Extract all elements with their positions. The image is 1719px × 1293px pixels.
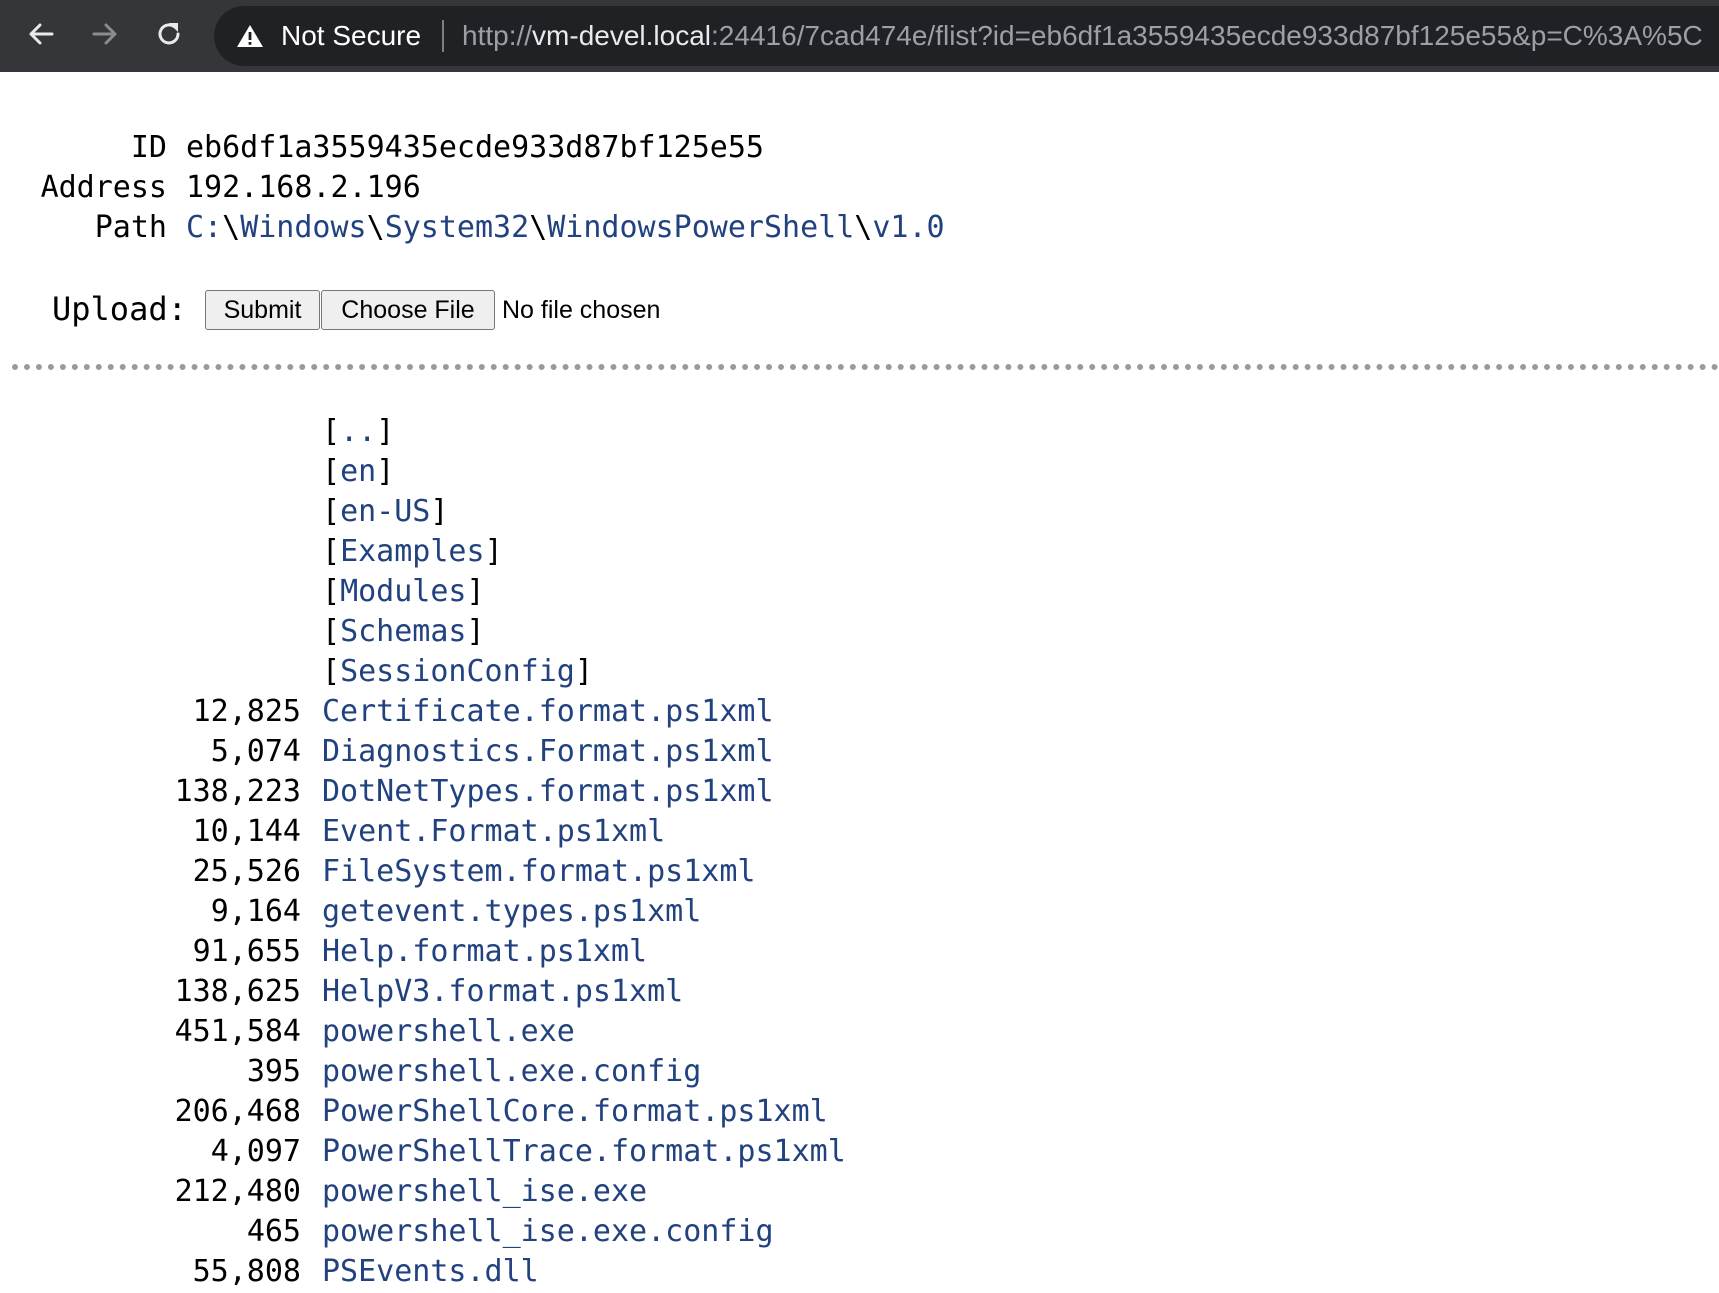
file-size: 451,584 <box>174 1014 301 1049</box>
file-size: 25,526 <box>192 854 301 889</box>
path-separator: \ <box>222 210 241 245</box>
directory-link[interactable]: Modules <box>340 574 466 609</box>
file-size: 91,655 <box>192 934 301 969</box>
directory-link[interactable]: SessionConfig <box>340 654 575 689</box>
file-link[interactable]: Diagnostics.Format.ps1xml <box>322 732 774 772</box>
file-size: 10,144 <box>192 814 301 849</box>
dotted-divider <box>12 364 1719 370</box>
back-arrow-icon <box>29 23 54 45</box>
browser-toolbar: Not Secure http://vm-devel.local:24416/7… <box>0 0 1719 72</box>
file-link[interactable]: getevent.types.ps1xml <box>322 892 701 932</box>
file-link[interactable]: powershell.exe.config <box>322 1052 701 1092</box>
file-size: 4,097 <box>210 1134 301 1169</box>
url-host: vm-devel.local <box>532 20 711 51</box>
forward-button[interactable] <box>83 12 127 56</box>
path-separator: \ <box>854 210 873 245</box>
file-link[interactable]: Event.Format.ps1xml <box>322 812 665 852</box>
directory-entry: [Examples] <box>322 534 503 569</box>
file-size: 465 <box>246 1214 301 1249</box>
file-size: 212,480 <box>174 1174 301 1209</box>
directory-entry: [Schemas] <box>322 614 485 649</box>
directory-entry: [..] <box>322 414 395 449</box>
file-link[interactable]: FileSystem.format.ps1xml <box>322 852 755 892</box>
warning-icon <box>237 25 263 47</box>
omnibox-separator <box>442 20 444 52</box>
path-separator: \ <box>529 210 548 245</box>
choose-file-button[interactable]: Choose File <box>321 290 495 330</box>
directory-entry: [en-US] <box>322 494 449 529</box>
url-path: :24416/7cad474e/flist?id=eb6df1a3559435e… <box>711 20 1703 51</box>
address-bar[interactable]: Not Secure http://vm-devel.local:24416/7… <box>214 6 1719 66</box>
file-link[interactable]: PowerShellCore.format.ps1xml <box>322 1092 828 1132</box>
directory-link[interactable]: Schemas <box>340 614 466 649</box>
path-label: Path <box>94 210 167 245</box>
path-link[interactable]: C: <box>186 210 222 245</box>
security-status-label[interactable]: Not Secure <box>281 6 421 66</box>
directory-link[interactable]: en <box>340 454 376 489</box>
reload-icon <box>158 23 180 45</box>
file-size: 12,825 <box>192 694 301 729</box>
path-breadcrumb: C:\Windows\System32\WindowsPowerShell\v1… <box>186 210 945 245</box>
file-link[interactable]: PowerShellTrace.format.ps1xml <box>322 1132 846 1172</box>
directory-link[interactable]: .. <box>340 414 376 449</box>
file-link[interactable]: DotNetTypes.format.ps1xml <box>322 772 774 812</box>
address-label: Address <box>40 170 167 205</box>
file-status-text: No file chosen <box>502 296 661 324</box>
forward-arrow-icon <box>92 23 117 45</box>
file-link[interactable]: powershell_ise.exe.config <box>322 1212 774 1252</box>
directory-entry: [en] <box>322 454 395 489</box>
path-link[interactable]: WindowsPowerShell <box>547 210 854 245</box>
directory-entry: [SessionConfig] <box>322 654 593 689</box>
file-size: 138,223 <box>174 774 301 809</box>
file-size: 206,468 <box>174 1094 301 1129</box>
upload-label: Upload: <box>52 290 187 328</box>
file-link[interactable]: HelpV3.format.ps1xml <box>322 972 683 1012</box>
path-link[interactable]: System32 <box>385 210 530 245</box>
file-size: 395 <box>246 1054 301 1089</box>
file-link[interactable]: powershell_ise.exe <box>322 1172 647 1212</box>
submit-button[interactable]: Submit <box>205 290 320 330</box>
directory-entry: [Modules] <box>322 574 485 609</box>
file-link[interactable]: powershell.exe <box>322 1012 575 1052</box>
file-size: 9,164 <box>210 894 301 929</box>
back-button[interactable] <box>19 12 63 56</box>
file-link[interactable]: Help.format.ps1xml <box>322 932 647 972</box>
directory-link[interactable]: en-US <box>340 494 430 529</box>
reload-button[interactable] <box>147 12 191 56</box>
directory-link[interactable]: Examples <box>340 534 485 569</box>
file-link[interactable]: Certificate.format.ps1xml <box>322 692 774 732</box>
file-size: 5,074 <box>210 734 301 769</box>
url-scheme: http:// <box>462 20 533 51</box>
file-size: 55,808 <box>192 1254 301 1289</box>
url-text[interactable]: http://vm-devel.local:24416/7cad474e/fli… <box>462 6 1703 66</box>
path-link[interactable]: Windows <box>240 210 366 245</box>
file-size: 138,625 <box>174 974 301 1009</box>
path-separator: \ <box>366 210 385 245</box>
id-value: eb6df1a3559435ecde933d87bf125e55 <box>186 130 764 165</box>
path-link[interactable]: v1.0 <box>872 210 944 245</box>
address-value: 192.168.2.196 <box>186 170 421 205</box>
file-link[interactable]: PSEvents.dll <box>322 1252 539 1292</box>
id-label: ID <box>130 130 167 165</box>
